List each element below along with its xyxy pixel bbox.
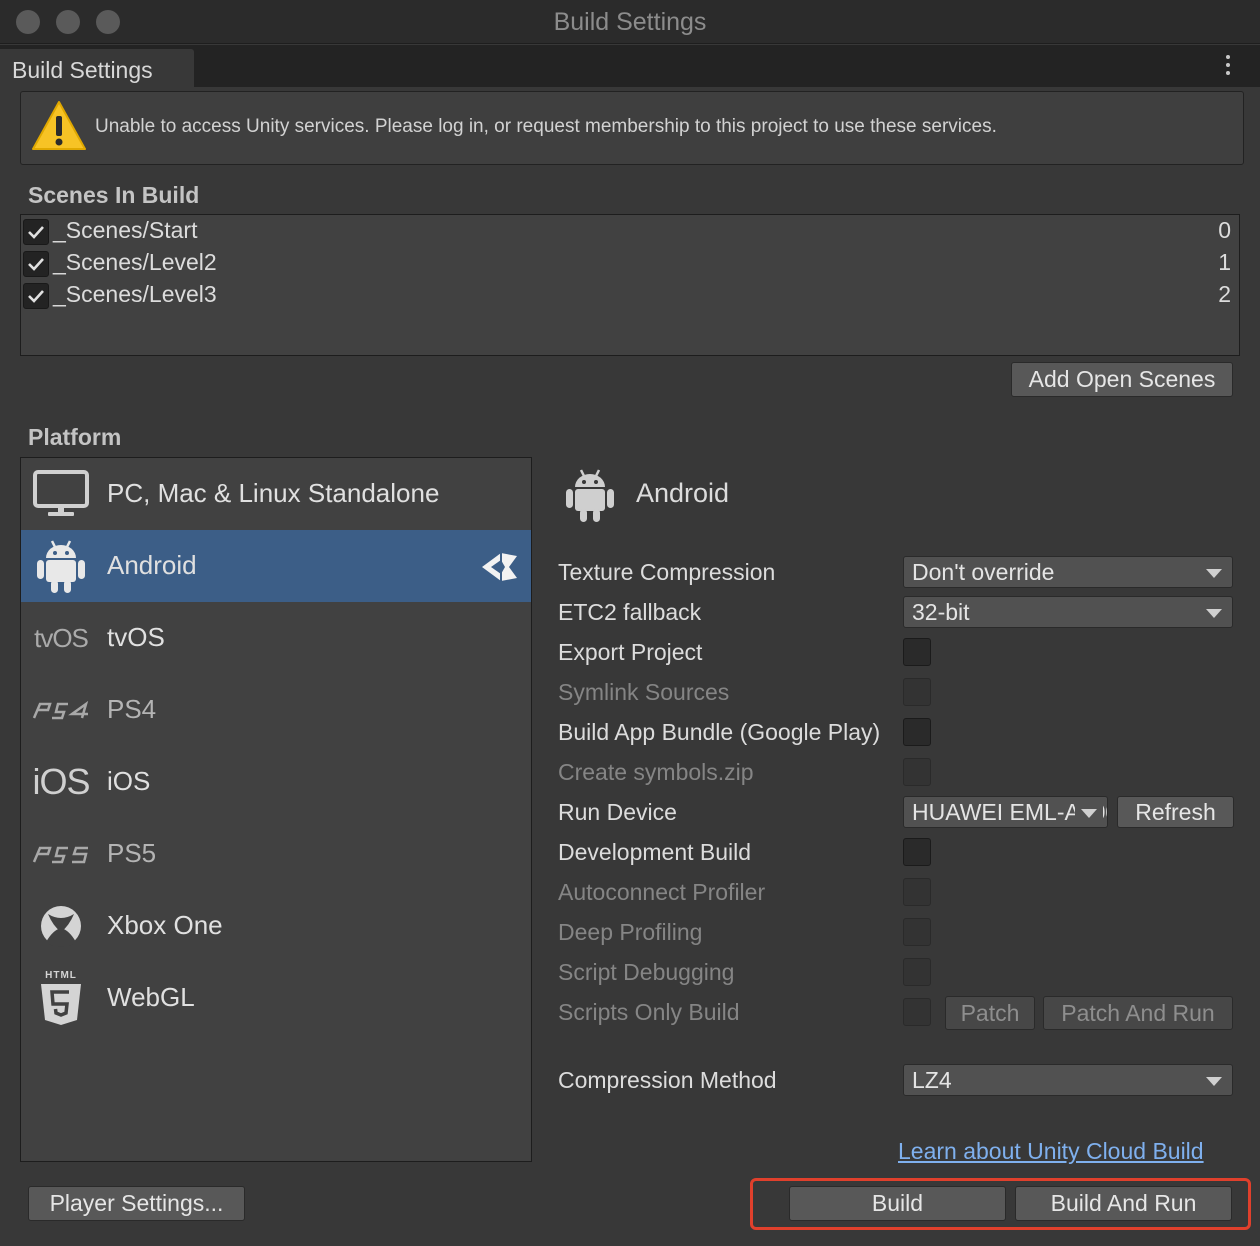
scenes-in-build-label: Scenes In Build [28, 182, 200, 208]
deep-profiling-label: Deep Profiling [558, 919, 703, 945]
symlink-sources-label: Symlink Sources [558, 679, 730, 705]
platform-label-text: PS5 [107, 838, 157, 868]
tvos-icon: tvOS [34, 622, 89, 653]
tab-build-settings[interactable]: Build Settings [0, 49, 194, 91]
platform-label: Platform [28, 424, 122, 450]
scene-include-checkbox[interactable] [23, 283, 49, 309]
platform-label-text: WebGL [107, 982, 195, 1012]
platform-item-tvos[interactable]: tvOS tvOS [21, 602, 531, 674]
ios-icon: iOS [32, 761, 90, 802]
platform-item-xbox-one[interactable]: Xbox One [21, 890, 531, 962]
autoconnect-profiler-label: Autoconnect Profiler [558, 879, 766, 905]
platform-item-webgl[interactable]: HTML WebGL [21, 962, 531, 1034]
title-bar: Build Settings [0, 0, 1260, 44]
scene-name: _Scenes/Level2 [53, 249, 217, 275]
warning-text: Unable to access Unity services. Please … [95, 116, 997, 137]
html5-icon: HTML [29, 970, 93, 1026]
checkmark-icon [28, 226, 44, 239]
scene-row[interactable]: _Scenes/Level2 1 [21, 248, 1239, 280]
platform-label-text: Xbox One [107, 910, 223, 940]
scene-index: 1 [1218, 249, 1231, 275]
window-title: Build Settings [553, 8, 707, 36]
run-device-label: Run Device [558, 799, 677, 825]
scene-include-checkbox[interactable] [23, 219, 49, 245]
script-debugging-checkbox [903, 958, 931, 986]
scenes-list[interactable]: _Scenes/Start 0 _Scenes/Level2 1 _Scenes… [20, 214, 1240, 356]
ps5-icon [29, 826, 93, 882]
chevron-down-icon [1206, 1077, 1222, 1086]
compression-method-label: Compression Method [558, 1067, 777, 1093]
warning-icon [31, 100, 87, 152]
chevron-down-icon [1081, 809, 1097, 818]
etc2-fallback-label: ETC2 fallback [558, 599, 702, 625]
scene-index: 0 [1218, 217, 1231, 243]
ps4-icon [29, 682, 93, 738]
patch-button: Patch [945, 996, 1035, 1030]
add-open-scenes-button[interactable]: Add Open Scenes [1011, 362, 1233, 397]
platform-label-text: PC, Mac & Linux Standalone [107, 478, 440, 508]
platform-item-ps4[interactable]: PS4 [21, 674, 531, 746]
android-icon [29, 538, 93, 594]
platform-list[interactable]: PC, Mac & Linux Standalone Android tvOS … [20, 457, 532, 1162]
texture-compression-label: Texture Compression [558, 559, 776, 585]
platform-item-standalone[interactable]: PC, Mac & Linux Standalone [21, 458, 531, 530]
platform-item-ios[interactable]: iOS iOS [21, 746, 531, 818]
scene-index: 2 [1218, 281, 1231, 307]
checkmark-icon [28, 258, 44, 271]
deep-profiling-checkbox [903, 918, 931, 946]
create-symbols-checkbox [903, 758, 931, 786]
create-symbols-label: Create symbols.zip [558, 759, 754, 785]
android-icon [564, 466, 616, 524]
checkmark-icon [28, 290, 44, 303]
unity-active-platform-icon [479, 550, 519, 584]
platform-label-text: tvOS [107, 622, 165, 652]
platform-item-ps5[interactable]: PS5 [21, 818, 531, 890]
tab-bar: Build Settings [0, 45, 1260, 91]
build-button[interactable]: Build [789, 1186, 1006, 1221]
scripts-only-build-label: Scripts Only Build [558, 999, 740, 1025]
more-options-icon[interactable] [1218, 51, 1238, 81]
scene-name: _Scenes/Start [53, 217, 198, 243]
platform-label-text: Android [107, 550, 197, 580]
compression-method-dropdown[interactable]: LZ4 [903, 1064, 1233, 1096]
scene-row[interactable]: _Scenes/Start 0 [21, 216, 1239, 248]
build-app-bundle-label: Build App Bundle (Google Play) [558, 719, 881, 745]
patch-and-run-button: Patch And Run [1043, 996, 1233, 1030]
chevron-down-icon [1206, 609, 1222, 618]
monitor-icon [29, 466, 93, 522]
symlink-sources-checkbox [903, 678, 931, 706]
scripts-only-build-checkbox [903, 998, 931, 1026]
selected-platform-title: Android [636, 478, 730, 508]
platform-label-text: PS4 [107, 694, 157, 724]
texture-compression-dropdown[interactable]: Don't override [903, 556, 1233, 588]
scene-include-checkbox[interactable] [23, 251, 49, 277]
script-debugging-label: Script Debugging [558, 959, 735, 985]
development-build-label: Development Build [558, 839, 752, 865]
xbox-icon [29, 898, 93, 954]
player-settings-button[interactable]: Player Settings... [28, 1186, 245, 1221]
export-project-label: Export Project [558, 639, 703, 665]
platform-item-android[interactable]: Android [21, 530, 531, 602]
scene-row[interactable]: _Scenes/Level3 2 [21, 280, 1239, 312]
scene-name: _Scenes/Level3 [53, 281, 217, 307]
platform-label-text: iOS [107, 766, 151, 796]
build-app-bundle-checkbox[interactable] [903, 718, 931, 746]
cloud-build-link[interactable]: Learn about Unity Cloud Build [898, 1138, 1204, 1165]
development-build-checkbox[interactable] [903, 838, 931, 866]
build-and-run-button[interactable]: Build And Run [1015, 1186, 1232, 1221]
refresh-devices-button[interactable]: Refresh [1117, 796, 1234, 828]
chevron-down-icon [1206, 569, 1222, 578]
run-device-dropdown[interactable]: HUAWEI EML-AL00 [903, 796, 1108, 828]
autoconnect-profiler-checkbox [903, 878, 931, 906]
export-project-checkbox[interactable] [903, 638, 931, 666]
etc2-fallback-dropdown[interactable]: 32-bit [903, 596, 1233, 628]
services-warning-banner: Unable to access Unity services. Please … [20, 91, 1244, 165]
